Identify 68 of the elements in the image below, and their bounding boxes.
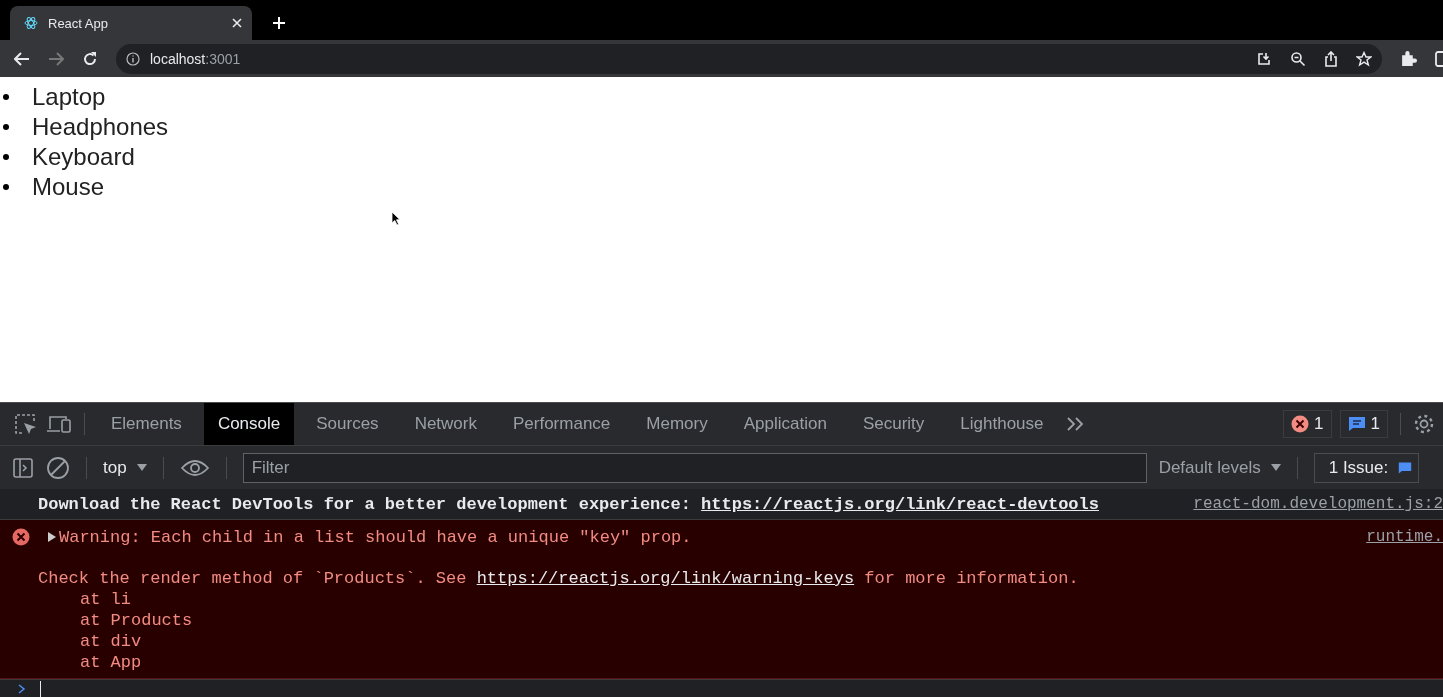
devtools-tab[interactable]: Performance (499, 403, 625, 445)
stack-frame: at App (80, 652, 1443, 673)
devtools-tab[interactable]: Application (729, 403, 841, 445)
star-icon[interactable] (1356, 50, 1372, 67)
forward-arrow-icon[interactable] (48, 51, 64, 66)
settings-icon[interactable] (1413, 413, 1435, 435)
mouse-pointer-icon (391, 211, 401, 226)
error-detail: Check the render method of `Products`. See https://reactjs.org/link/warning-keys for more information. (38, 568, 1080, 589)
double-chevron-icon[interactable] (1065, 416, 1086, 432)
devtools-tab[interactable]: Memory (632, 403, 722, 445)
message-counter[interactable]: 1 (1339, 410, 1388, 438)
sidebar-toggle-icon[interactable] (12, 456, 34, 479)
window-icon[interactable] (1435, 50, 1443, 67)
error-icon (1291, 415, 1310, 433)
error-counter[interactable]: 1 (1283, 410, 1332, 438)
stack-frame: at Products (80, 610, 1443, 631)
link[interactable]: https://reactjs.org/link/react-devtools (701, 494, 1099, 514)
text-cursor (40, 680, 41, 697)
error-message: Warning: Each child in a list should have a unique "key" prop. (59, 527, 692, 547)
plus-icon[interactable] (272, 16, 286, 30)
devtools-tab[interactable]: Console (203, 403, 295, 445)
message-icon (1398, 460, 1413, 475)
prompt-chevron-icon (18, 683, 26, 694)
list-item: Headphones (32, 113, 169, 141)
message-icon (1347, 416, 1366, 432)
zoom-icon[interactable] (1290, 50, 1306, 67)
source-link[interactable]: runtime. (1366, 528, 1443, 546)
back-arrow-icon[interactable] (14, 51, 30, 66)
context-dropdown[interactable]: top (103, 457, 147, 478)
clear-console-icon[interactable] (46, 455, 70, 480)
caret-icon (136, 463, 147, 472)
address-bar[interactable]: localhost:3001 (116, 43, 1382, 74)
close-icon[interactable] (232, 18, 242, 28)
bullet-dot (3, 124, 9, 130)
tab-title: React App (48, 15, 109, 31)
console-message: Download the React DevTools for a better development experience: https://reactjs.org/link/react-devtools (38, 494, 1099, 514)
inspect-icon[interactable] (14, 413, 38, 435)
error-icon (12, 528, 30, 546)
install-icon[interactable] (1256, 50, 1272, 67)
device-toolbar-icon[interactable] (46, 414, 72, 434)
devtools-tab[interactable]: Security (848, 403, 939, 445)
reload-icon[interactable] (82, 50, 98, 67)
list-item: Laptop (32, 83, 106, 111)
bullet-dot (3, 154, 9, 160)
browser-tab[interactable]: React App (10, 6, 252, 40)
devtools-tab[interactable]: Network (400, 403, 491, 445)
devtools-tab[interactable]: Sources (302, 403, 393, 445)
issues-button[interactable]: 1 Issue: (1313, 452, 1420, 483)
atom-icon (24, 16, 38, 30)
bullet-dot (3, 94, 9, 100)
info-icon (126, 51, 140, 66)
link[interactable]: https://reactjs.org/link/warning-keys (476, 569, 855, 588)
source-link[interactable]: react-dom.development.js:2 (1193, 495, 1443, 513)
log-levels-dropdown[interactable]: Default levels (1158, 457, 1281, 478)
devtools-tab[interactable]: Lighthouse (946, 403, 1058, 445)
caret-icon (1270, 463, 1281, 472)
bullet-dot (3, 184, 9, 190)
list-item: Keyboard (32, 143, 135, 171)
devtools-tab[interactable]: Elements (97, 403, 196, 445)
stack-frame: at li (80, 589, 1443, 610)
expand-triangle-icon[interactable] (47, 532, 57, 542)
list-item: Mouse (32, 173, 105, 201)
stack-frame: at div (80, 631, 1443, 652)
eye-icon[interactable] (179, 457, 210, 478)
url-text: localhost:3001 (150, 50, 241, 67)
puzzle-icon[interactable] (1400, 50, 1417, 67)
filter-field[interactable]: Filter (242, 452, 1147, 483)
share-icon[interactable] (1324, 50, 1338, 67)
